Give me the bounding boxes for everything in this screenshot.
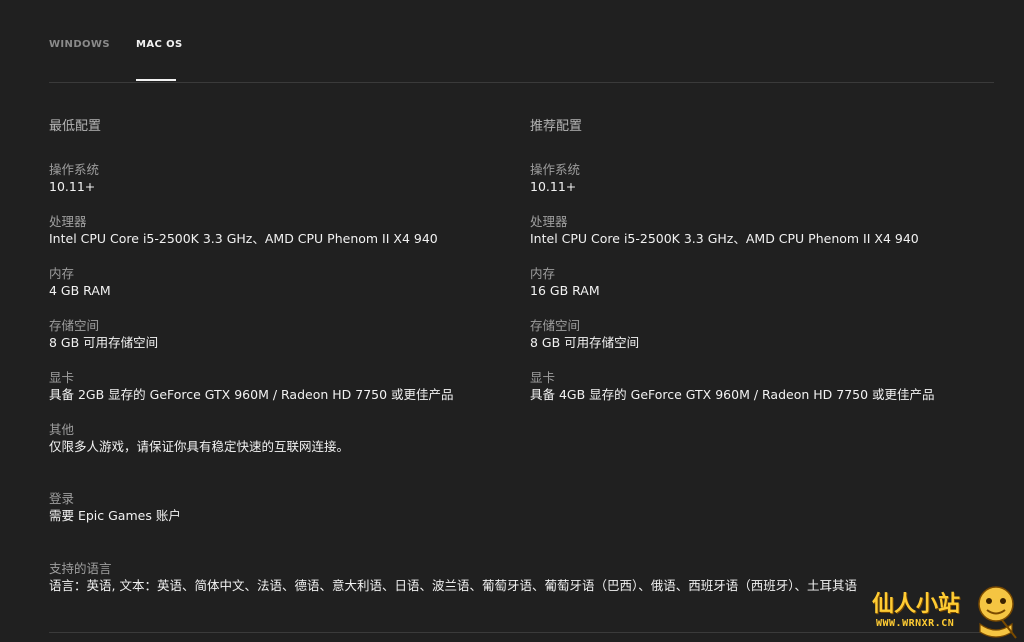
spec-os: 操作系统 10.11+	[530, 162, 580, 196]
spec-label: 操作系统	[49, 162, 100, 177]
spec-value: 10.11+	[49, 179, 96, 194]
spec-value: 16 GB RAM	[530, 283, 600, 298]
spec-label: 操作系统	[530, 162, 581, 177]
mascot-icon	[978, 586, 1017, 639]
system-requirements-page: WINDOWS MAC OS 最低配置 操作系统 10.11+ 处理器 Inte…	[0, 0, 1024, 642]
spec-value: Intel CPU Core i5-2500K 3.3 GHz、AMD CPU …	[530, 231, 919, 246]
spec-os: 操作系统 10.11+	[49, 162, 99, 196]
spec-value: 4 GB RAM	[49, 283, 111, 298]
spec-value: 仅限多人游戏，请保证你具有稳定快速的互联网连接。	[49, 439, 350, 454]
spec-graphics: 显卡 具备 4GB 显存的 GeForce GTX 960M / Radeon …	[530, 370, 935, 404]
watermark-url: WWW.WRNXR.CN	[876, 618, 955, 629]
login-value: 需要 Epic Games 账户	[49, 508, 181, 523]
spec-label: 存储空间	[49, 318, 100, 333]
spec-label: 显卡	[530, 370, 556, 385]
spec-value: 8 GB 可用存储空间	[530, 335, 640, 350]
tab-mac-os[interactable]: MAC OS	[136, 39, 183, 50]
spec-value: 8 GB 可用存储空间	[49, 335, 159, 350]
spec-processor: 处理器 Intel CPU Core i5-2500K 3.3 GHz、AMD …	[49, 214, 438, 248]
spec-label: 内存	[49, 266, 75, 281]
spec-label: 显卡	[49, 370, 75, 385]
login-requirement: 登录 需要 Epic Games 账户	[49, 491, 181, 525]
supported-languages: 支持的语言 语言：英语, 文本：英语、简体中文、法语、德语、意大利语、日语、波兰…	[49, 561, 857, 595]
spec-label: 处理器	[49, 214, 87, 229]
languages-label: 支持的语言	[49, 561, 112, 576]
spec-label: 其他	[49, 422, 75, 437]
recommended-requirements: 推荐配置 操作系统 10.11+ 处理器 Intel CPU Core i5-2…	[530, 119, 970, 402]
spec-value: Intel CPU Core i5-2500K 3.3 GHz、AMD CPU …	[49, 231, 438, 246]
spec-value: 具备 4GB 显存的 GeForce GTX 960M / Radeon HD …	[530, 387, 935, 402]
spec-label: 存储空间	[530, 318, 581, 333]
languages-value: 语言：英语, 文本：英语、简体中文、法语、德语、意大利语、日语、波兰语、葡萄牙语…	[49, 578, 857, 593]
login-label: 登录	[49, 491, 75, 506]
recommended-heading: 推荐配置	[530, 119, 583, 134]
spec-other: 其他 仅限多人游戏，请保证你具有稳定快速的互联网连接。	[49, 422, 349, 456]
tab-windows[interactable]: WINDOWS	[49, 39, 110, 50]
spec-processor: 处理器 Intel CPU Core i5-2500K 3.3 GHz、AMD …	[530, 214, 919, 248]
spec-storage: 存储空间 8 GB 可用存储空间	[530, 318, 639, 352]
minimum-heading: 最低配置	[49, 119, 102, 134]
spec-value: 具备 2GB 显存的 GeForce GTX 960M / Radeon HD …	[49, 387, 454, 402]
os-tabs: WINDOWS MAC OS	[49, 0, 994, 83]
spec-graphics: 显卡 具备 2GB 显存的 GeForce GTX 960M / Radeon …	[49, 370, 454, 404]
spec-memory: 内存 4 GB RAM	[49, 266, 111, 300]
spec-memory: 内存 16 GB RAM	[530, 266, 600, 300]
watermark: 仙人小站 WWW.WRNXR.CN	[872, 584, 1024, 642]
active-tab-indicator	[136, 79, 176, 81]
spec-label: 内存	[530, 266, 556, 281]
minimum-requirements: 最低配置 操作系统 10.11+ 处理器 Intel CPU Core i5-2…	[49, 119, 489, 454]
watermark-title: 仙人小站	[872, 592, 961, 617]
spec-value: 10.11+	[530, 179, 577, 194]
section-divider	[49, 632, 994, 633]
spec-storage: 存储空间 8 GB 可用存储空间	[49, 318, 158, 352]
spec-label: 处理器	[530, 214, 568, 229]
